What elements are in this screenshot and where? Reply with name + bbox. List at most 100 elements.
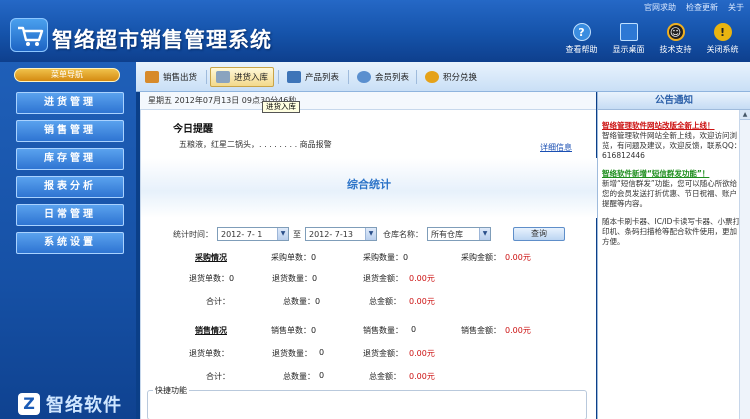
exchange-icon — [425, 71, 439, 83]
tab-purchase-in[interactable]: 进货入库 — [210, 67, 275, 87]
tab-product-list-label: 产品列表 — [305, 73, 340, 83]
chevron-down-icon: ▼ — [365, 228, 376, 240]
sales-return-quantity-label: 退货数量： — [272, 349, 312, 358]
announcement-heading-1[interactable]: 智络管理软件网站改版全新上线！ — [602, 121, 715, 130]
sales-return-amount-label: 退货金额： — [363, 349, 403, 358]
sales-return-amount-value: 0.00元 — [409, 349, 435, 358]
tab-bar: 销售出货 进货入库 产品列表 会员列表 积分兑换 — [136, 62, 750, 92]
tech-support-button[interactable]: ☺ 技术支持 — [652, 18, 699, 58]
reminder-details-link[interactable]: 详细信息 — [540, 142, 572, 153]
sales-section-title: 销售情况 — [195, 326, 227, 335]
sales-quantity-value: 0 — [411, 325, 417, 334]
reminder-text: 五粮液，红星二锅头，. . . . . . . . 商品报警 — [179, 140, 332, 149]
help-online-link[interactable]: 官网求助 — [644, 2, 676, 13]
sidebar-footer-logo: Z 智络软件 — [18, 389, 122, 419]
sales-amount-value: 0.00元 — [505, 326, 531, 335]
shopping-bag-icon — [145, 71, 159, 83]
sales-total-quantity-label: 总数量： — [283, 372, 315, 381]
announcement-text-2: 新增“短信群发”功能，您可以随心所欲给您的会员发送打折优惠、节日祝福、账户提醒等… — [602, 179, 738, 208]
cart-icon — [216, 71, 230, 83]
purchase-orders: 采购单数：0 — [271, 253, 317, 262]
top-toolbar: ? 查看帮助 显示桌面 ☺ 技术支持 ! 关闭系统 — [558, 18, 746, 58]
chevron-down-icon: ▼ — [479, 228, 490, 240]
announcement-body: 智络管理软件网站改版全新上线！ 智络管理软件网站全新上线，欢迎访问浏览，有问题及… — [598, 110, 750, 247]
warehouse-select[interactable]: 所有仓库 ▼ — [427, 227, 491, 241]
sales-total-amount-label: 总金额： — [369, 372, 401, 381]
header: 智络超市销售管理系统 官网求助 检查更新 关于 ? 查看帮助 显示桌面 ☺ 技术… — [0, 0, 750, 62]
date-to-select[interactable]: 2012- 7-13 ▼ — [305, 227, 377, 241]
sidebar-item-sales[interactable]: 销售管理 — [16, 120, 124, 142]
date-from-select[interactable]: 2012- 7- 1 ▼ — [217, 227, 289, 241]
announcement-scrollbar[interactable]: ▲ — [739, 110, 750, 419]
tab-sales-out-label: 销售出货 — [163, 73, 198, 83]
close-system-label: 关闭系统 — [706, 45, 739, 54]
tab-member-list[interactable]: 会员列表 — [352, 67, 414, 87]
announcement-text-3: 随本卡刷卡器、IC/ID卡读写卡器、小票打印机、条码扫描枪等配合软件使用，更加方… — [602, 217, 740, 246]
purchase-total-label: 合计： — [206, 297, 230, 306]
tab-divider — [278, 70, 279, 84]
announcement-text-1: 智络管理软件网站全新上线，欢迎访问浏览，有问题及建议，欢迎反馈，联系QQ：616… — [602, 131, 742, 160]
purchase-return-orders: 退货单数：0 — [189, 274, 235, 283]
reminder-title: 今日提醒 — [173, 124, 213, 135]
announcement-title: 公告通知 — [598, 92, 750, 110]
query-button[interactable]: 查询 — [513, 227, 565, 241]
tab-tooltip: 进货入库 — [262, 101, 300, 113]
tab-product-list[interactable]: 产品列表 — [282, 67, 344, 87]
tab-points-exchange[interactable]: 积分兑换 — [420, 67, 482, 87]
cart-logo-icon — [10, 18, 48, 52]
warning-icon: ! — [713, 23, 732, 41]
sidebar-item-inventory[interactable]: 库存管理 — [16, 148, 124, 170]
sidebar-item-purchase[interactable]: 进货管理 — [16, 92, 124, 114]
about-link[interactable]: 关于 — [728, 2, 744, 13]
time-label: 统计时间： — [173, 229, 213, 239]
help-button-label: 查看帮助 — [565, 45, 598, 54]
members-icon — [357, 71, 371, 83]
sidebar-item-reports[interactable]: 报表分析 — [16, 176, 124, 198]
quick-functions-panel — [147, 390, 587, 419]
to-label: 至 — [293, 229, 301, 239]
tab-purchase-in-label: 进货入库 — [234, 73, 269, 83]
warehouse-value: 所有仓库 — [431, 229, 463, 239]
sidebar: 菜单导航 进货管理 销售管理 库存管理 报表分析 日常管理 系统设置 Z 智络软… — [0, 62, 136, 419]
sidebar-item-daily[interactable]: 日常管理 — [16, 204, 124, 226]
help-button[interactable]: ? 查看帮助 — [558, 18, 605, 58]
brand-logo-icon: Z — [18, 393, 40, 415]
announcement-heading-2[interactable]: 智络软件新增“短信群发功能”！ — [602, 169, 709, 178]
sales-total-amount-value: 0.00元 — [409, 372, 435, 381]
tab-sales-out[interactable]: 销售出货 — [140, 67, 202, 87]
quick-functions-title: 快捷功能 — [153, 385, 189, 396]
stats-title: 综合统计 — [347, 178, 391, 191]
warehouse-label: 仓库名称： — [383, 229, 423, 239]
tab-points-exchange-label: 积分兑换 — [443, 73, 478, 83]
product-list-icon — [287, 71, 301, 83]
sidebar-footer-text: 智络软件 — [46, 395, 122, 416]
qq-icon: ☺ — [666, 23, 685, 41]
tech-support-label: 技术支持 — [659, 45, 692, 54]
tab-member-list-label: 会员列表 — [375, 73, 410, 83]
purchase-quantity: 采购数量：0 — [363, 253, 409, 262]
purchase-amount-label: 采购金额： — [461, 253, 501, 262]
purchase-section-title: 采购情况 — [195, 253, 227, 262]
announcement-panel: 公告通知 智络管理软件网站改版全新上线！ 智络管理软件网站全新上线，欢迎访问浏览… — [597, 92, 750, 419]
purchase-amount-value: 0.00元 — [505, 253, 531, 262]
sidebar-item-settings[interactable]: 系统设置 — [16, 232, 124, 254]
purchase-total-amount-label: 总金额： — [369, 297, 401, 306]
show-desktop-button[interactable]: 显示桌面 — [605, 18, 652, 58]
sales-orders: 销售单数：0 — [271, 326, 317, 335]
app-window: 智络超市销售管理系统 官网求助 检查更新 关于 ? 查看帮助 显示桌面 ☺ 技术… — [0, 0, 750, 419]
main-content: 今日提醒 五粮液，红星二锅头，. . . . . . . . 商品报警 详细信息… — [140, 110, 597, 419]
scroll-up-arrow-icon[interactable]: ▲ — [740, 110, 750, 120]
sales-quantity-label: 销售数量： — [363, 326, 403, 335]
sales-return-quantity-value: 0 — [319, 348, 325, 357]
date-to-value: 2012- 7-13 — [309, 229, 353, 239]
sales-total-label: 合计： — [206, 372, 230, 381]
close-system-button[interactable]: ! 关闭系统 — [699, 18, 746, 58]
date-time-bar: 星期五 2012年07月13日 09点30分46秒 — [140, 92, 596, 110]
sales-total-quantity-value: 0 — [319, 371, 325, 380]
sidebar-header: 菜单导航 — [14, 68, 120, 82]
tab-divider — [348, 70, 349, 84]
purchase-total-amount-value: 0.00元 — [409, 297, 435, 306]
tab-divider — [206, 70, 207, 84]
check-update-link[interactable]: 检查更新 — [686, 2, 718, 13]
help-icon: ? — [572, 23, 591, 41]
